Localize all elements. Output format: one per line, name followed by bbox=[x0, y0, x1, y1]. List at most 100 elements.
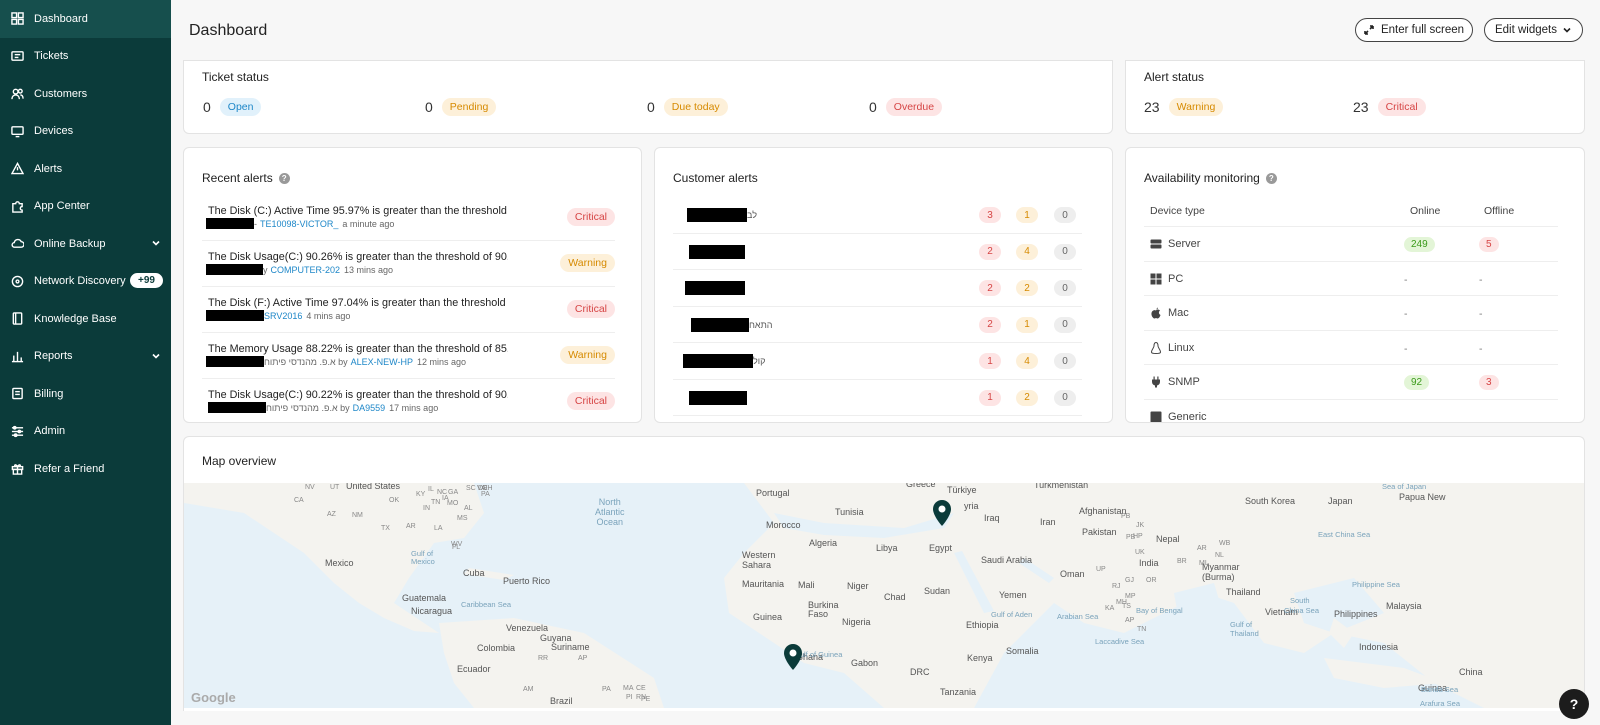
world-map[interactable]: United States Mexico Cuba Puerto Rico Guatem… bbox=[184, 483, 1584, 708]
sidebar-item-label: Admin bbox=[34, 425, 66, 438]
alert-time: 12 mins ago bbox=[417, 356, 467, 367]
device-link[interactable]: SRV2016 bbox=[264, 311, 302, 321]
map-label: Egypt bbox=[929, 543, 953, 553]
other-count: 0 bbox=[1054, 243, 1076, 260]
table-row[interactable]: Generic bbox=[1144, 400, 1558, 422]
table-row[interactable]: קול 1 4 0 bbox=[673, 343, 1082, 380]
map-label: Mexico bbox=[325, 558, 354, 568]
list-item[interactable]: The Disk Usage(C:) 90.22% is greater tha… bbox=[202, 379, 615, 422]
sidebar-item-admin[interactable]: Admin bbox=[0, 413, 171, 451]
sidebar-item-online-backup[interactable]: Online Backup bbox=[0, 225, 171, 263]
availability-title: Availability monitoring bbox=[1144, 171, 1260, 185]
sidebar-item-app-center[interactable]: App Center bbox=[0, 188, 171, 226]
list-item[interactable]: The Disk (C:) Active Time 95.97% is grea… bbox=[202, 195, 615, 241]
offline-count[interactable]: 5 bbox=[1479, 237, 1499, 252]
table-row[interactable]: PC - - bbox=[1144, 262, 1558, 296]
status-badge: Critical bbox=[1377, 98, 1426, 116]
map-marker-icon[interactable] bbox=[782, 643, 804, 671]
device-link[interactable]: COMPUTER-202 bbox=[271, 265, 341, 275]
alert-message: The Disk (F:) Active Time 97.04% is grea… bbox=[208, 297, 508, 309]
device-link[interactable]: TE10098-VICTOR_ bbox=[260, 219, 338, 229]
ticket-stat-due-today[interactable]: 0 Due today bbox=[647, 98, 728, 116]
device-link[interactable]: DA9559 bbox=[353, 403, 386, 413]
table-row[interactable]: 1 2 0 bbox=[673, 380, 1082, 416]
map-region-label: TN bbox=[431, 499, 441, 506]
google-logo: Google bbox=[191, 690, 236, 705]
ticket-stat-open[interactable]: 0 Open bbox=[203, 98, 262, 116]
card-title: Ticket status bbox=[202, 70, 269, 84]
sidebar-item-label: Billing bbox=[34, 387, 64, 400]
sidebar-item-billing[interactable]: Billing bbox=[0, 375, 171, 413]
sidebar-item-dashboard[interactable]: Dashboard bbox=[0, 0, 171, 38]
list-item[interactable]: The Disk (F:) Active Time 97.04% is grea… bbox=[202, 287, 615, 333]
sidebar-item-refer-a-friend[interactable]: Refer a Friend bbox=[0, 450, 171, 488]
table-row[interactable]: 2 4 0 bbox=[673, 234, 1082, 270]
alert-stat-warning[interactable]: 23 Warning bbox=[1144, 98, 1224, 116]
sidebar-item-network-discovery[interactable]: Network Discovery +99 bbox=[0, 263, 171, 301]
table-row[interactable]: Server 249 5 bbox=[1144, 227, 1558, 262]
sidebar-item-label: Dashboard bbox=[34, 12, 88, 25]
map-sea-label: East China Sea bbox=[1318, 530, 1371, 539]
online-count[interactable]: 92 bbox=[1404, 375, 1430, 390]
sidebar-item-alerts[interactable]: Alerts bbox=[0, 150, 171, 188]
sidebar-item-reports[interactable]: Reports bbox=[0, 338, 171, 376]
help-button[interactable]: ? bbox=[1559, 689, 1589, 719]
offline-count[interactable]: 3 bbox=[1479, 375, 1499, 390]
map-region-label: AR bbox=[406, 523, 416, 530]
map-region-label: AP bbox=[578, 655, 588, 662]
edit-widgets-button[interactable]: Edit widgets bbox=[1484, 18, 1583, 42]
recent-alerts-title: Recent alerts bbox=[202, 171, 273, 185]
customer-name-suffix: התאח bbox=[749, 319, 773, 330]
map-region-label: AZ bbox=[327, 511, 336, 518]
list-item[interactable]: The Memory Usage 88.22% is greater than … bbox=[202, 333, 615, 379]
sidebar-item-customers[interactable]: Customers bbox=[0, 75, 171, 113]
map-region-label: NM bbox=[352, 512, 363, 519]
alert-message: The Disk Usage(C:) 90.22% is greater tha… bbox=[208, 389, 508, 401]
recent-alerts-card: Recent alerts ? The Disk (C:) Active Tim… bbox=[183, 147, 642, 423]
status-badge: Warning bbox=[1168, 98, 1224, 116]
map-label: Western bbox=[742, 550, 776, 560]
alert-stat-critical[interactable]: 23 Critical bbox=[1353, 98, 1426, 116]
map-region-label: IA bbox=[442, 495, 449, 502]
ticket-icon bbox=[10, 49, 24, 63]
chevron-down-icon[interactable] bbox=[151, 351, 161, 361]
map-label: Chad bbox=[884, 592, 906, 602]
alert-time: 17 mins ago bbox=[389, 402, 439, 413]
chevron-down-icon[interactable] bbox=[151, 238, 161, 248]
map-label: Ethiopia bbox=[966, 620, 999, 630]
map-label: Iraq bbox=[984, 513, 1000, 523]
ticket-stat-overdue[interactable]: 0 Overdue bbox=[869, 98, 943, 116]
enter-full-screen-button[interactable]: Enter full screen bbox=[1355, 18, 1473, 42]
help-icon[interactable]: ? bbox=[1265, 172, 1277, 184]
map-sea-label: Thailand bbox=[1230, 629, 1259, 638]
sidebar-item-knowledge-base[interactable]: Knowledge Base bbox=[0, 300, 171, 338]
ticket-stat-pending[interactable]: 0 Pending bbox=[425, 98, 497, 116]
device-link[interactable]: ALEX-NEW-HP bbox=[351, 357, 413, 367]
table-row[interactable]: Linux - - bbox=[1144, 331, 1558, 365]
alert-message: The Memory Usage 88.22% is greater than … bbox=[208, 343, 508, 355]
map-label: Libya bbox=[876, 543, 898, 553]
sidebar-item-tickets[interactable]: Tickets bbox=[0, 38, 171, 76]
critical-count: 2 bbox=[979, 280, 1001, 296]
map-region-label: PA bbox=[481, 491, 490, 498]
map-region-label: NV bbox=[305, 484, 315, 491]
table-row[interactable]: 2 2 0 bbox=[673, 270, 1082, 307]
map-label: United States bbox=[346, 483, 401, 491]
map-label: Venezuela bbox=[506, 623, 549, 633]
table-row[interactable]: SNMP 92 3 bbox=[1144, 365, 1558, 400]
list-item[interactable]: The Disk Usage(C:) 90.26% is greater tha… bbox=[202, 241, 615, 287]
map-sea-label: Bay of Bengal bbox=[1136, 606, 1183, 615]
help-icon[interactable]: ? bbox=[278, 172, 290, 184]
table-row[interactable]: Mac - - bbox=[1144, 296, 1558, 331]
sidebar-item-devices[interactable]: Devices bbox=[0, 113, 171, 151]
map-region-label: SC bbox=[466, 485, 476, 492]
map-label: Nicaragua bbox=[411, 606, 453, 616]
map-marker-icon[interactable] bbox=[931, 499, 953, 527]
online-count: - bbox=[1404, 308, 1408, 320]
map-region-label: UT bbox=[330, 484, 340, 491]
table-row[interactable]: התאח 2 1 0 bbox=[673, 307, 1082, 343]
card-title: Availability monitoring ? bbox=[1144, 171, 1277, 185]
card-title: Alert status bbox=[1144, 70, 1205, 84]
online-count[interactable]: 249 bbox=[1404, 237, 1435, 252]
table-row[interactable]: לב 3 1 0 bbox=[673, 197, 1082, 234]
